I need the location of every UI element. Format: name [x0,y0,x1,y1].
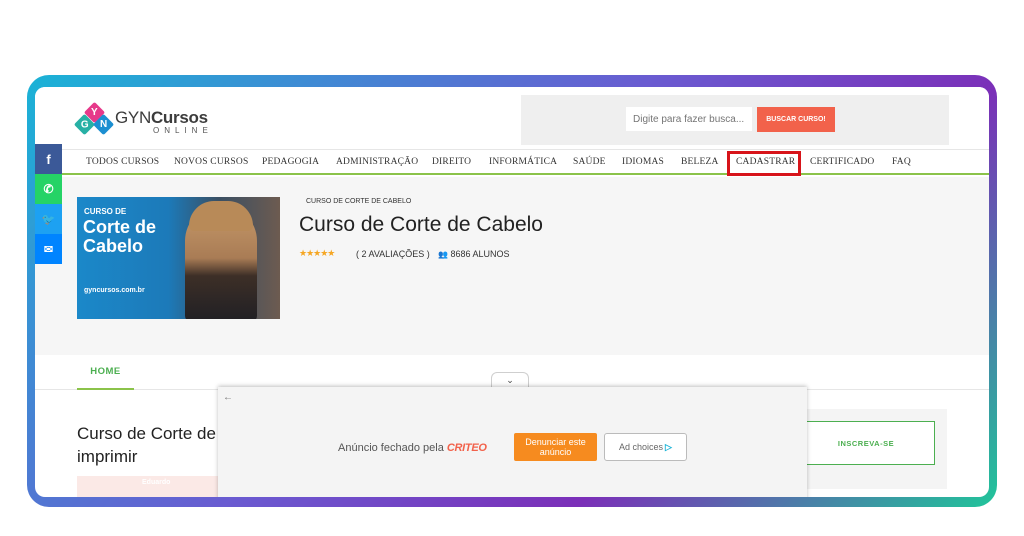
hair-shape [189,201,253,231]
breadcrumb[interactable]: CURSO DE CORTE DE CABELO [306,198,411,205]
nav-pedagogia[interactable]: PEDAGOGIA [262,157,319,167]
ad-closed-text: Anúncio fechado pela [338,442,444,454]
nav-todos-cursos[interactable]: TODOS CURSOS [86,157,159,167]
users-icon: 👥 [438,250,448,259]
course-title: Curso de Corte de Cabelo [299,213,543,236]
nav-certificado[interactable]: CERTIFICADO [810,157,874,167]
nav-novos-cursos[interactable]: NOVOS CURSOS [174,157,248,167]
logo-cubes-icon: Y G N [73,101,115,139]
report-ad-button[interactable]: Denunciar este anúncio [514,433,597,461]
twitter-icon: 🐦 [41,213,56,226]
course-banner: CURSO DE Corte de Cabelo gyncursos.com.b… [35,177,989,355]
ad-collapse-toggle[interactable]: ⌄ [491,372,529,388]
ad-banner: ← Anúncio fechado pela CRITEO Denunciar … [218,387,807,497]
nav-idiomas[interactable]: IDIOMAS [622,157,664,167]
course-image[interactable]: CURSO DE Corte de Cabelo gyncursos.com.b… [77,197,280,319]
messenger-icon: ✉ [43,243,54,256]
students-label: 8686 ALUNOS [450,249,510,259]
content-title: Curso de Corte de imprimir [77,424,216,466]
ad-choices-label: Ad choices [619,442,664,452]
logo-brand: GYNCursos [115,108,208,127]
site-logo[interactable]: Y G N GYNCursos ONLINE [73,101,213,139]
ad-choices-icon: ▷ [665,441,672,452]
back-arrow-icon[interactable]: ← [223,392,233,403]
image-caption-small: CURSO DE [84,207,127,216]
ad-closed-message: Anúncio fechado pela CRITEO [338,442,487,454]
subscribe-button[interactable]: INSCREVA-SE [797,421,935,465]
whatsapp-icon: ✆ [43,182,54,196]
students-count: 👥 8686 ALUNOS [438,249,510,259]
browser-screen: Y G N GYNCursos ONLINE BUSCAR CURSO! TOD… [35,87,989,497]
search-input[interactable] [626,107,752,131]
nav-administracao[interactable]: ADMINISTRAÇÃO [336,157,418,167]
messenger-share-button[interactable]: ✉ [35,234,62,264]
tab-home[interactable]: HOME [77,355,134,390]
facebook-share-button[interactable]: f [35,144,62,174]
cadastrar-highlight-box [727,151,801,176]
logo-subtitle: ONLINE [153,126,213,135]
image-site-url: gyncursos.com.br [84,287,145,294]
device-frame: Y G N GYNCursos ONLINE BUSCAR CURSO! TOD… [27,75,997,507]
ratings-count[interactable]: ( 2 AVALIAÇÕES ) [356,249,430,259]
search-button[interactable]: BUSCAR CURSO! [757,107,835,132]
nav-informatica[interactable]: INFORMÁTICA [489,157,557,167]
nav-direito[interactable]: DIREITO [432,157,471,167]
criteo-logo: CRITEO [446,442,487,454]
rating-stars-icon: ★★★★★ [299,248,335,258]
image-caption-big: Corte de Cabelo [83,217,157,256]
chevron-down-icon: ⌄ [506,375,514,385]
twitter-share-button[interactable]: 🐦 [35,204,62,234]
nav-saude[interactable]: SAÚDE [573,157,606,167]
thumbnail-label: Eduardo [142,479,171,486]
ad-choices-button[interactable]: Ad choices ▷ [604,433,687,461]
site-header: Y G N GYNCursos ONLINE BUSCAR CURSO! [35,87,989,149]
main-nav: TODOS CURSOS NOVOS CURSOS PEDAGOGIA ADMI… [35,149,989,176]
whatsapp-share-button[interactable]: ✆ [35,174,62,204]
nav-beleza[interactable]: BELEZA [681,157,719,167]
nav-faq[interactable]: FAQ [892,157,911,167]
search-area: BUSCAR CURSO! [521,95,949,145]
facebook-icon: f [46,151,51,167]
